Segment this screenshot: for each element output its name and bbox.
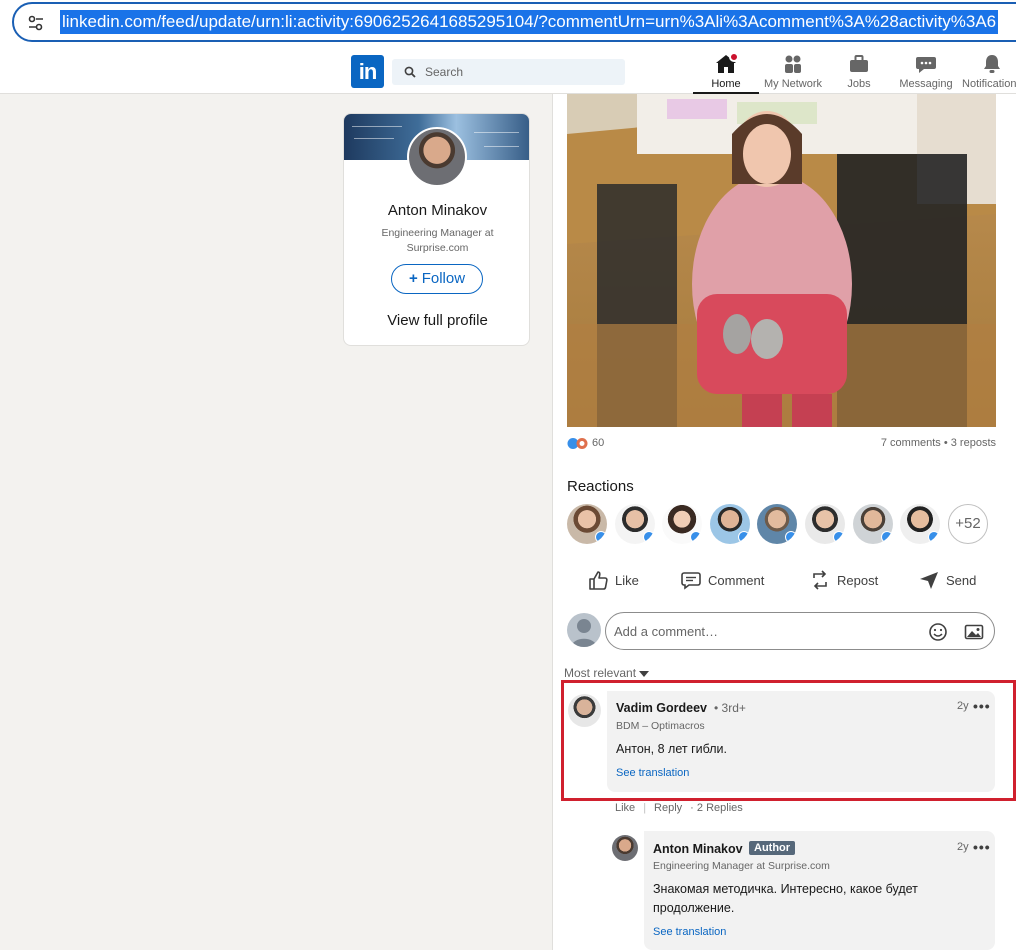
url-text[interactable]: linkedin.com/feed/update/urn:li:activity… bbox=[60, 10, 999, 34]
comments-reposts-count[interactable]: 7 comments • 3 reposts bbox=[881, 437, 996, 449]
browser-toolbar: linkedin.com/feed/update/urn:li:activity… bbox=[0, 0, 1016, 50]
send-button[interactable]: Send bbox=[918, 563, 976, 597]
like-badge-icon bbox=[833, 531, 845, 543]
reactor-avatar[interactable] bbox=[805, 504, 845, 544]
image-icon[interactable] bbox=[964, 622, 984, 642]
like-badge-icon bbox=[881, 531, 893, 543]
more-reactors-button[interactable]: +52 bbox=[948, 504, 988, 544]
nav-notifications[interactable]: Notifications bbox=[962, 50, 1016, 94]
like-label: Like bbox=[615, 572, 639, 588]
sort-dropdown[interactable]: Most relevant bbox=[564, 666, 650, 680]
current-user-avatar[interactable] bbox=[567, 613, 601, 647]
reactor-avatar[interactable] bbox=[662, 504, 702, 544]
like-badge-icon bbox=[928, 531, 940, 543]
search-icon bbox=[404, 66, 416, 78]
nav-my-network-label: My Network bbox=[763, 78, 823, 90]
highlighted-comment-frame bbox=[561, 680, 1016, 801]
sort-label: Most relevant bbox=[564, 666, 637, 680]
comment-icon bbox=[681, 572, 701, 590]
reactor-avatar[interactable] bbox=[615, 504, 655, 544]
profile-headline: Engineering Manager at Surprise.com bbox=[381, 227, 494, 254]
reply-time: 2y bbox=[957, 841, 969, 853]
repost-icon bbox=[813, 570, 827, 590]
profile-name[interactable]: Anton Minakov bbox=[344, 202, 529, 219]
address-bar[interactable]: linkedin.com/feed/update/urn:li:activity… bbox=[12, 2, 1016, 42]
comment-like-button[interactable]: Like bbox=[615, 802, 635, 814]
post-image[interactable] bbox=[567, 94, 996, 427]
post-photo bbox=[567, 94, 996, 427]
like-badge-icon bbox=[738, 531, 750, 543]
reaction-count[interactable]: 60 bbox=[592, 437, 604, 449]
reply-author-avatar[interactable] bbox=[612, 835, 638, 861]
plus-icon: + bbox=[408, 270, 418, 287]
reactor-avatar[interactable] bbox=[757, 504, 797, 544]
comment-placeholder: Add a comment… bbox=[614, 624, 719, 639]
comment-input[interactable]: Add a comment… bbox=[605, 612, 995, 650]
briefcase-icon bbox=[850, 55, 868, 72]
comment-replies-link[interactable]: · 2 Replies bbox=[690, 802, 743, 814]
view-full-profile-link[interactable]: View full profile bbox=[344, 312, 529, 329]
follow-label: Follow bbox=[421, 270, 466, 287]
like-badge-icon bbox=[690, 531, 702, 543]
comment-label: Comment bbox=[708, 572, 765, 588]
network-icon bbox=[785, 55, 801, 73]
comment-reply-button[interactable]: Reply bbox=[654, 802, 682, 814]
author-profile-card: Anton Minakov Engineering Manager at Sur… bbox=[343, 113, 530, 346]
repost-button[interactable]: Repost bbox=[809, 563, 878, 597]
reactor-avatar[interactable] bbox=[900, 504, 940, 544]
like-badge-icon bbox=[643, 531, 655, 543]
like-badge-icon bbox=[785, 531, 797, 543]
reactor-avatar[interactable] bbox=[567, 504, 607, 544]
nav-home-label: Home bbox=[711, 78, 741, 90]
site-settings-icon[interactable] bbox=[26, 13, 46, 33]
notification-dot bbox=[729, 52, 739, 62]
repost-label: Repost bbox=[837, 572, 879, 588]
nav-home[interactable]: Home bbox=[693, 50, 759, 94]
send-icon bbox=[920, 572, 938, 589]
search-box[interactable]: Search bbox=[392, 59, 625, 85]
nav-notifications-label: Notifications bbox=[962, 78, 1016, 90]
reactions-heading: Reactions bbox=[567, 478, 634, 495]
search-placeholder: Search bbox=[425, 65, 464, 79]
reply-text: Знакомая методичка. Интересно, какое буд… bbox=[653, 882, 918, 915]
nav-jobs-label: Jobs bbox=[847, 78, 871, 90]
post-stats: 60 7 comments • 3 reposts bbox=[567, 436, 996, 452]
caret-down-icon bbox=[639, 670, 650, 677]
linkedin-navbar: in Search Home My Network Jobs Messaging… bbox=[0, 50, 1016, 94]
send-label: Send bbox=[946, 572, 977, 588]
linkedin-logo[interactable]: in bbox=[351, 55, 384, 88]
reply-author-name[interactable]: Anton Minakov bbox=[653, 842, 743, 856]
bell-icon bbox=[984, 55, 1000, 73]
like-icon bbox=[589, 571, 608, 590]
reactors-list: +52 bbox=[567, 504, 997, 546]
nav-messaging[interactable]: Messaging bbox=[896, 50, 956, 94]
reply-author-headline: Engineering Manager at Surprise.com bbox=[653, 860, 830, 872]
like-button[interactable]: Like bbox=[587, 563, 639, 597]
nav-jobs[interactable]: Jobs bbox=[834, 50, 884, 94]
nav-my-network[interactable]: My Network bbox=[760, 50, 826, 94]
reply-more-icon[interactable]: ••• bbox=[973, 839, 991, 855]
comment-button[interactable]: Comment bbox=[680, 563, 764, 597]
nav-messaging-label: Messaging bbox=[899, 78, 953, 90]
profile-avatar[interactable] bbox=[407, 127, 467, 187]
emoji-icon[interactable] bbox=[928, 622, 948, 642]
like-badge-icon bbox=[595, 531, 607, 543]
reply-see-translation-link[interactable]: See translation bbox=[653, 926, 726, 938]
follow-button[interactable]: + Follow bbox=[391, 264, 483, 294]
default-avatar-icon bbox=[571, 619, 597, 647]
comment-actions: Like | Reply · 2 Replies bbox=[615, 802, 743, 814]
post-actions: Like Comment Repost Send bbox=[567, 563, 997, 597]
author-badge: Author bbox=[749, 841, 796, 855]
reactor-avatar[interactable] bbox=[710, 504, 750, 544]
messaging-icon bbox=[916, 57, 936, 73]
reaction-icons[interactable] bbox=[567, 437, 589, 450]
reactor-avatar[interactable] bbox=[853, 504, 893, 544]
